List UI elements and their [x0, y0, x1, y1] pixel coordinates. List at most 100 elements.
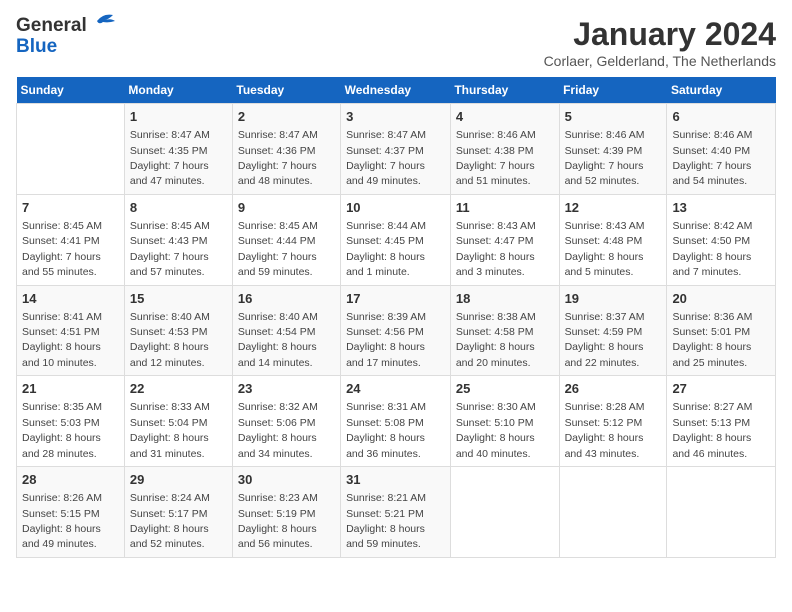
day-info: Sunrise: 8:43 AMSunset: 4:47 PMDaylight:…	[456, 220, 536, 278]
weekday-header-wednesday: Wednesday	[341, 77, 451, 104]
weekday-header-thursday: Thursday	[450, 77, 559, 104]
calendar-week-row: 1 Sunrise: 8:47 AMSunset: 4:35 PMDaylight…	[17, 104, 776, 195]
day-info: Sunrise: 8:47 AMSunset: 4:35 PMDaylight:…	[130, 129, 210, 187]
day-number: 22	[130, 380, 227, 398]
calendar-day-2: 2Sunrise: 8:47 AMSunset: 4:36 PMDaylight…	[232, 104, 340, 195]
day-info: Sunrise: 8:40 AMSunset: 4:54 PMDaylight:…	[238, 311, 318, 369]
day-number: 14	[22, 290, 119, 308]
calendar-day-30: 30 Sunrise: 8:23 AMSunset: 5:19 PMDayligh…	[232, 467, 340, 558]
weekday-header-monday: Monday	[124, 77, 232, 104]
day-info: Sunrise: 8:35 AMSunset: 5:03 PMDaylight:…	[22, 401, 102, 459]
day-number: 12	[565, 199, 662, 217]
day-info: Sunrise: 8:21 AMSunset: 5:21 PMDaylight:…	[346, 492, 426, 550]
calendar-week-row: 7Sunrise: 8:45 AMSunset: 4:41 PMDaylight…	[17, 194, 776, 285]
weekday-header-row: SundayMondayTuesdayWednesdayThursdayFrid…	[17, 77, 776, 104]
calendar-day-9: 9 Sunrise: 8:45 AMSunset: 4:44 PMDaylight…	[232, 194, 340, 285]
calendar-day-16: 16 Sunrise: 8:40 AMSunset: 4:54 PMDayligh…	[232, 285, 340, 376]
weekday-header-friday: Friday	[559, 77, 667, 104]
calendar-day-12: 12 Sunrise: 8:43 AMSunset: 4:48 PMDayligh…	[559, 194, 667, 285]
day-number: 27	[672, 380, 770, 398]
day-info: Sunrise: 8:38 AMSunset: 4:58 PMDaylight:…	[456, 311, 536, 369]
day-info: Sunrise: 8:24 AMSunset: 5:17 PMDaylight:…	[130, 492, 210, 550]
day-info: Sunrise: 8:36 AMSunset: 5:01 PMDaylight:…	[672, 311, 752, 369]
calendar-day-10: 10 Sunrise: 8:44 AMSunset: 4:45 PMDayligh…	[341, 194, 451, 285]
location: Corlaer, Gelderland, The Netherlands	[544, 53, 776, 69]
day-number: 10	[346, 199, 445, 217]
calendar-day-13: 13Sunrise: 8:42 AMSunset: 4:50 PMDayligh…	[667, 194, 776, 285]
calendar-day-25: 25 Sunrise: 8:30 AMSunset: 5:10 PMDayligh…	[450, 376, 559, 467]
day-number: 18	[456, 290, 554, 308]
day-number: 9	[238, 199, 335, 217]
calendar-day-26: 26Sunrise: 8:28 AMSunset: 5:12 PMDayligh…	[559, 376, 667, 467]
day-number: 7	[22, 199, 119, 217]
calendar-day-23: 23 Sunrise: 8:32 AMSunset: 5:06 PMDayligh…	[232, 376, 340, 467]
day-number: 13	[672, 199, 770, 217]
page-header: General Blue January 2024 Corlaer, Gelde…	[16, 16, 776, 69]
calendar-week-row: 21 Sunrise: 8:35 AMSunset: 5:03 PMDayligh…	[17, 376, 776, 467]
logo-bird-icon	[89, 11, 117, 33]
day-info: Sunrise: 8:45 AMSunset: 4:43 PMDaylight:…	[130, 220, 210, 278]
calendar-day-28: 28 Sunrise: 8:26 AMSunset: 5:15 PMDayligh…	[17, 467, 125, 558]
day-number: 23	[238, 380, 335, 398]
day-info: Sunrise: 8:46 AMSunset: 4:40 PMDaylight:…	[672, 129, 752, 187]
calendar-day-29: 29 Sunrise: 8:24 AMSunset: 5:17 PMDayligh…	[124, 467, 232, 558]
calendar-table: SundayMondayTuesdayWednesdayThursdayFrid…	[16, 77, 776, 558]
day-info: Sunrise: 8:47 AMSunset: 4:36 PMDaylight:…	[238, 129, 318, 187]
day-number: 28	[22, 471, 119, 489]
day-info: Sunrise: 8:27 AMSunset: 5:13 PMDaylight:…	[672, 401, 752, 459]
logo-general: General	[16, 16, 87, 37]
calendar-day-27: 27 Sunrise: 8:27 AMSunset: 5:13 PMDayligh…	[667, 376, 776, 467]
weekday-header-sunday: Sunday	[17, 77, 125, 104]
calendar-day-19: 19 Sunrise: 8:37 AMSunset: 4:59 PMDayligh…	[559, 285, 667, 376]
day-number: 25	[456, 380, 554, 398]
calendar-day-31: 31 Sunrise: 8:21 AMSunset: 5:21 PMDayligh…	[341, 467, 451, 558]
day-info: Sunrise: 8:43 AMSunset: 4:48 PMDaylight:…	[565, 220, 645, 278]
day-number: 16	[238, 290, 335, 308]
day-info: Sunrise: 8:23 AMSunset: 5:19 PMDaylight:…	[238, 492, 318, 550]
calendar-day-24: 24 Sunrise: 8:31 AMSunset: 5:08 PMDayligh…	[341, 376, 451, 467]
day-number: 20	[672, 290, 770, 308]
day-info: Sunrise: 8:37 AMSunset: 4:59 PMDaylight:…	[565, 311, 645, 369]
month-title: January 2024	[544, 16, 776, 53]
calendar-day-21: 21 Sunrise: 8:35 AMSunset: 5:03 PMDayligh…	[17, 376, 125, 467]
day-number: 17	[346, 290, 445, 308]
day-info: Sunrise: 8:31 AMSunset: 5:08 PMDaylight:…	[346, 401, 426, 459]
day-number: 19	[565, 290, 662, 308]
title-area: January 2024 Corlaer, Gelderland, The Ne…	[544, 16, 776, 69]
calendar-day-17: 17 Sunrise: 8:39 AMSunset: 4:56 PMDayligh…	[341, 285, 451, 376]
day-info: Sunrise: 8:46 AMSunset: 4:38 PMDaylight:…	[456, 129, 536, 187]
calendar-day-1: 1 Sunrise: 8:47 AMSunset: 4:35 PMDaylight…	[124, 104, 232, 195]
calendar-day-20: 20 Sunrise: 8:36 AMSunset: 5:01 PMDayligh…	[667, 285, 776, 376]
day-number: 30	[238, 471, 335, 489]
day-info: Sunrise: 8:26 AMSunset: 5:15 PMDaylight:…	[22, 492, 102, 550]
day-number: 29	[130, 471, 227, 489]
day-number: 31	[346, 471, 445, 489]
calendar-day-7: 7Sunrise: 8:45 AMSunset: 4:41 PMDaylight…	[17, 194, 125, 285]
calendar-day-11: 11Sunrise: 8:43 AMSunset: 4:47 PMDayligh…	[450, 194, 559, 285]
day-info: Sunrise: 8:44 AMSunset: 4:45 PMDaylight:…	[346, 220, 426, 278]
calendar-day-5: 5Sunrise: 8:46 AMSunset: 4:39 PMDaylight…	[559, 104, 667, 195]
day-number: 15	[130, 290, 227, 308]
day-info: Sunrise: 8:46 AMSunset: 4:39 PMDaylight:…	[565, 129, 645, 187]
calendar-day-4: 4 Sunrise: 8:46 AMSunset: 4:38 PMDaylight…	[450, 104, 559, 195]
day-info: Sunrise: 8:28 AMSunset: 5:12 PMDaylight:…	[565, 401, 645, 459]
calendar-day-empty	[17, 104, 125, 195]
day-info: Sunrise: 8:32 AMSunset: 5:06 PMDaylight:…	[238, 401, 318, 459]
day-number: 3	[346, 108, 445, 126]
logo-blue: Blue	[16, 37, 57, 58]
day-info: Sunrise: 8:45 AMSunset: 4:44 PMDaylight:…	[238, 220, 318, 278]
calendar-week-row: 14Sunrise: 8:41 AMSunset: 4:51 PMDayligh…	[17, 285, 776, 376]
weekday-header-saturday: Saturday	[667, 77, 776, 104]
calendar-day-8: 8Sunrise: 8:45 AMSunset: 4:43 PMDaylight…	[124, 194, 232, 285]
calendar-week-row: 28 Sunrise: 8:26 AMSunset: 5:15 PMDayligh…	[17, 467, 776, 558]
day-number: 24	[346, 380, 445, 398]
day-number: 1	[130, 108, 227, 126]
day-info: Sunrise: 8:40 AMSunset: 4:53 PMDaylight:…	[130, 311, 210, 369]
day-info: Sunrise: 8:39 AMSunset: 4:56 PMDaylight:…	[346, 311, 426, 369]
day-number: 4	[456, 108, 554, 126]
day-number: 21	[22, 380, 119, 398]
calendar-day-6: 6Sunrise: 8:46 AMSunset: 4:40 PMDaylight…	[667, 104, 776, 195]
calendar-day-empty	[450, 467, 559, 558]
calendar-day-14: 14Sunrise: 8:41 AMSunset: 4:51 PMDayligh…	[17, 285, 125, 376]
day-info: Sunrise: 8:30 AMSunset: 5:10 PMDaylight:…	[456, 401, 536, 459]
